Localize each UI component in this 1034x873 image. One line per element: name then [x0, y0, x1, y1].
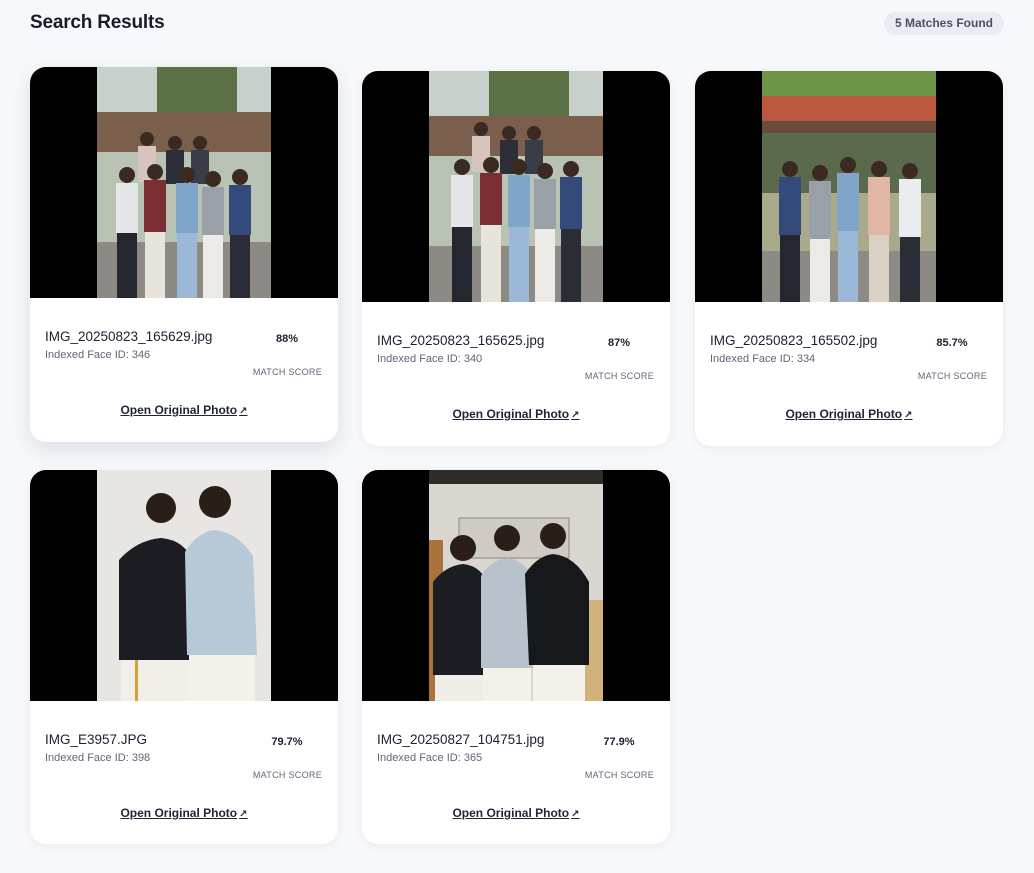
- result-face-id: Indexed Face ID: 398: [45, 752, 151, 764]
- external-link-icon: ↗: [571, 809, 580, 820]
- match-score-label: MATCH SCORE: [584, 770, 654, 780]
- trio-photo-image: [429, 470, 603, 701]
- open-link-label: Open Original Photo: [120, 403, 238, 417]
- match-score-value: 87%: [607, 337, 631, 349]
- open-link-label: Open Original Photo: [452, 806, 570, 820]
- result-face-id: Indexed Face ID: 346: [45, 349, 151, 361]
- group-photo-image: [97, 67, 271, 298]
- open-original-photo-link[interactable]: Open Original Photo ↗: [362, 806, 670, 820]
- result-card[interactable]: IMG_20250823_165502.jpg Indexed Face ID:…: [695, 71, 1003, 446]
- result-photo[interactable]: [30, 67, 338, 298]
- match-score-value: 79.7%: [271, 736, 303, 748]
- result-photo[interactable]: [362, 470, 670, 701]
- external-link-icon: ↗: [239, 809, 248, 820]
- result-face-id: Indexed Face ID: 365: [377, 752, 483, 764]
- result-filename: IMG_20250827_104751.jpg: [377, 732, 545, 747]
- match-count-badge: 5 Matches Found: [883, 12, 1004, 35]
- open-link-label: Open Original Photo: [785, 407, 903, 421]
- open-link-label: Open Original Photo: [120, 806, 238, 820]
- result-face-id: Indexed Face ID: 340: [377, 353, 483, 365]
- match-score-label: MATCH SCORE: [917, 371, 987, 381]
- duo-photo-image: [97, 470, 271, 701]
- open-original-photo-link[interactable]: Open Original Photo ↗: [362, 407, 670, 421]
- group-photo-image: [429, 71, 603, 302]
- page-title: Search Results: [30, 12, 165, 33]
- open-link-label: Open Original Photo: [452, 407, 570, 421]
- result-card[interactable]: IMG_E3957.JPG Indexed Face ID: 398 79.7%…: [30, 470, 338, 844]
- result-card[interactable]: IMG_20250827_104751.jpg Indexed Face ID:…: [362, 470, 670, 844]
- match-score-label: MATCH SCORE: [252, 367, 322, 377]
- results-header: Search Results 5 Matches Found: [30, 12, 1004, 38]
- match-score-label: MATCH SCORE: [584, 371, 654, 381]
- result-photo[interactable]: [30, 470, 338, 701]
- result-filename: IMG_E3957.JPG: [45, 732, 148, 747]
- result-face-id: Indexed Face ID: 334: [710, 353, 816, 365]
- match-score-label: MATCH SCORE: [252, 770, 322, 780]
- open-original-photo-link[interactable]: Open Original Photo ↗: [695, 407, 1003, 421]
- external-link-icon: ↗: [904, 410, 913, 421]
- group-photo-image: [762, 71, 936, 302]
- open-original-photo-link[interactable]: Open Original Photo ↗: [30, 806, 338, 820]
- match-score-value: 88%: [275, 333, 299, 345]
- external-link-icon: ↗: [239, 406, 248, 417]
- result-filename: IMG_20250823_165502.jpg: [710, 333, 878, 348]
- result-card[interactable]: IMG_20250823_165629.jpg Indexed Face ID:…: [30, 67, 338, 442]
- result-card[interactable]: IMG_20250823_165625.jpg Indexed Face ID:…: [362, 71, 670, 446]
- result-filename: IMG_20250823_165629.jpg: [45, 329, 213, 344]
- open-original-photo-link[interactable]: Open Original Photo ↗: [30, 403, 338, 417]
- result-filename: IMG_20250823_165625.jpg: [377, 333, 545, 348]
- external-link-icon: ↗: [571, 410, 580, 421]
- match-score-value: 85.7%: [936, 337, 968, 349]
- match-score-value: 77.9%: [603, 736, 635, 748]
- result-photo[interactable]: [695, 71, 1003, 302]
- result-photo[interactable]: [362, 71, 670, 302]
